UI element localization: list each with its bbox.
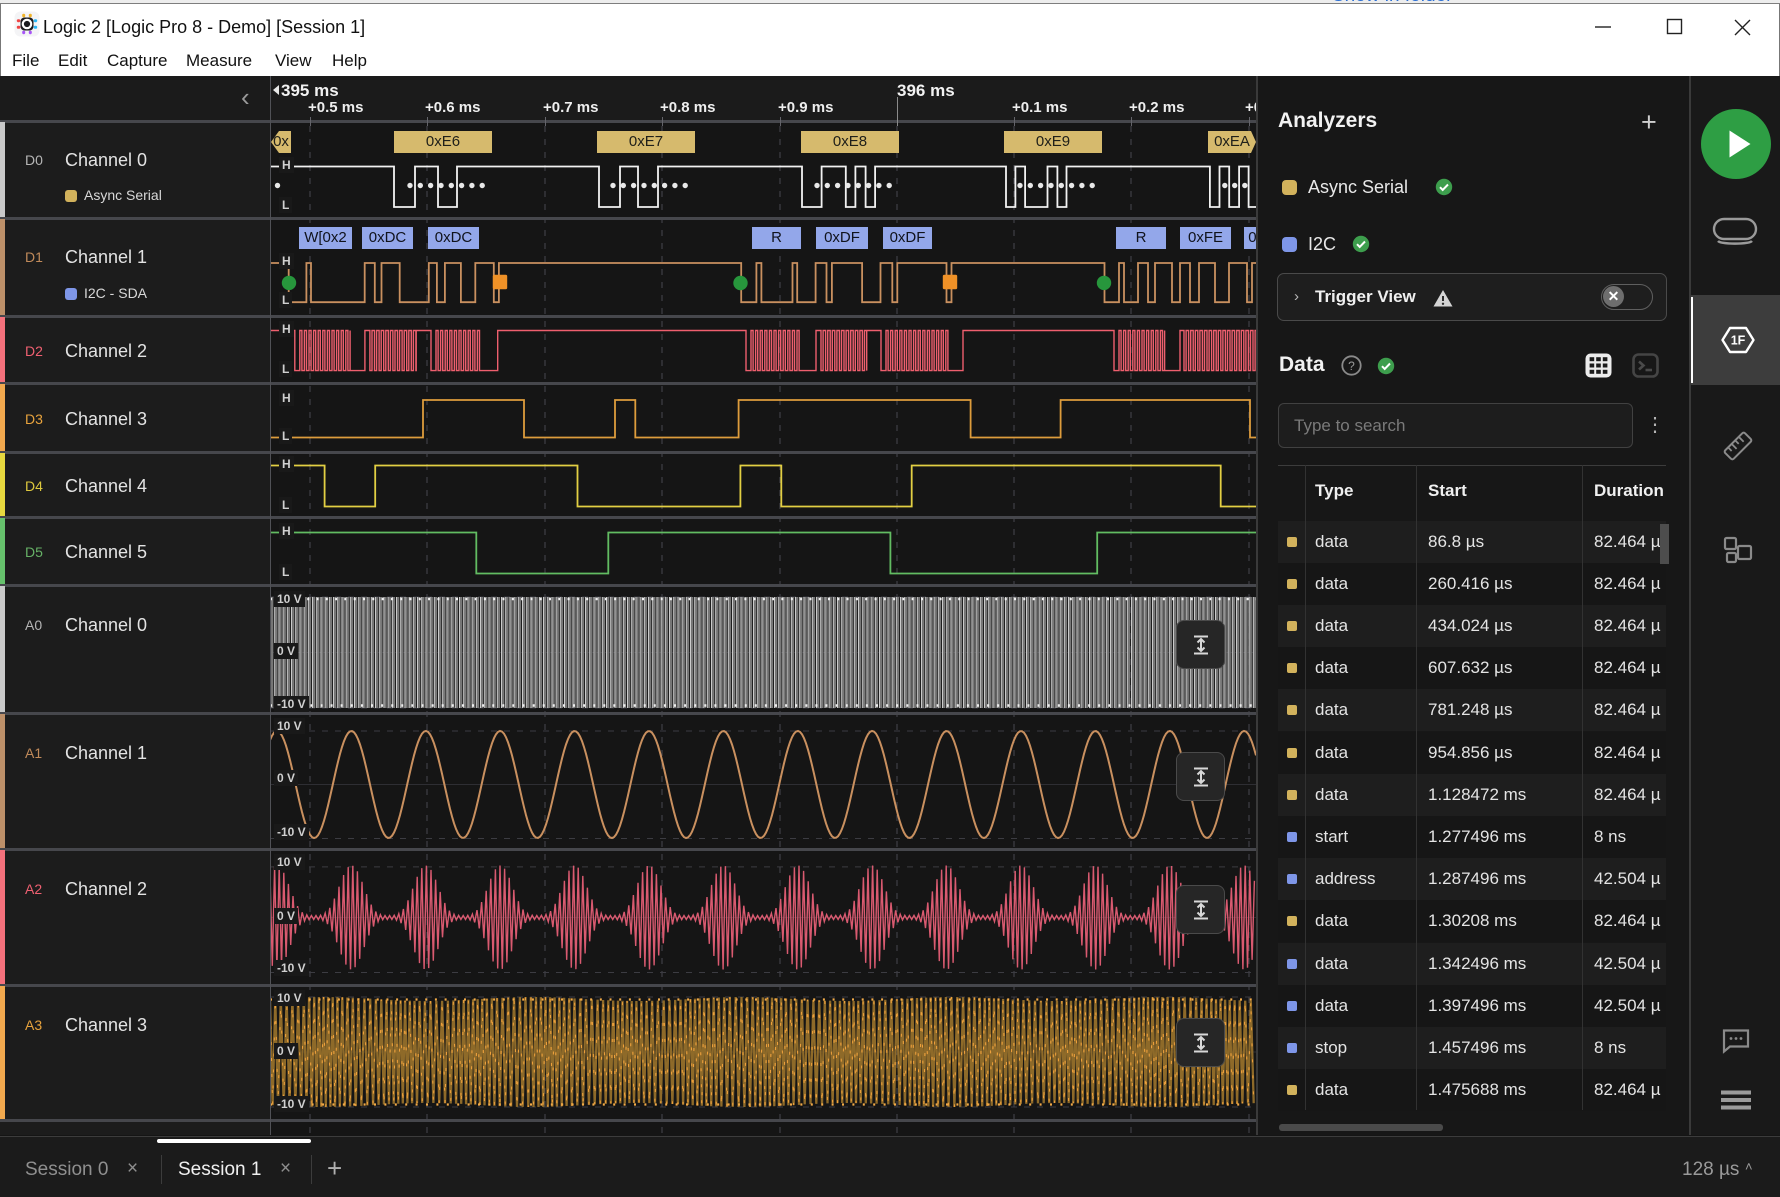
svg-text:1F: 1F	[1731, 334, 1746, 348]
svg-text:?: ?	[1348, 359, 1355, 373]
